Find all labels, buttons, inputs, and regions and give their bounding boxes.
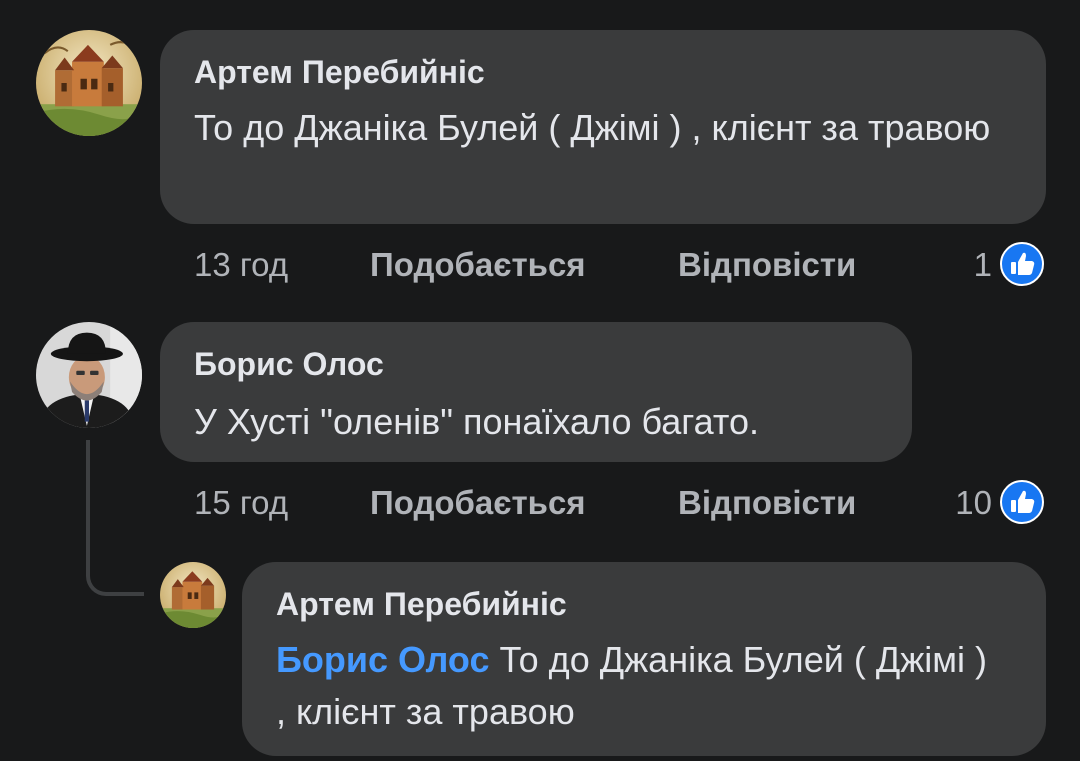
man-with-hat-avatar-image: [36, 322, 142, 428]
reply-text: Борис Олос То до Джаніка Булей ( Джімі )…: [276, 634, 996, 738]
reaction-count[interactable]: 10: [920, 484, 992, 522]
thumbs-up-icon[interactable]: [1000, 480, 1044, 524]
comment-time[interactable]: 13 год: [194, 246, 288, 284]
castle-painting-avatar-image: [160, 562, 226, 628]
avatar[interactable]: [36, 322, 142, 428]
castle-painting-avatar-image: [36, 30, 142, 136]
reply-button[interactable]: Відповісти: [678, 246, 856, 284]
comment-author[interactable]: Борис Олос: [194, 346, 384, 383]
reply-author[interactable]: Артем Перебийніс: [276, 586, 567, 623]
comment-text: То до Джаніка Булей ( Джімі ) , клієнт з…: [194, 107, 991, 148]
mention-link[interactable]: Борис Олос: [276, 639, 489, 680]
thumbs-up-icon[interactable]: [1000, 242, 1044, 286]
reply-button[interactable]: Відповісти: [678, 484, 856, 522]
like-button[interactable]: Подобається: [370, 484, 586, 522]
comment-author[interactable]: Артем Перебийніс: [194, 54, 485, 91]
reaction-count[interactable]: 1: [930, 246, 992, 284]
comment-text: У Хусті "оленів" понаїхало багато.: [194, 401, 759, 442]
avatar[interactable]: [36, 30, 142, 136]
comment-time[interactable]: 15 год: [194, 484, 288, 522]
like-button[interactable]: Подобається: [370, 246, 586, 284]
avatar[interactable]: [160, 562, 226, 628]
reply-thread-connector: [86, 440, 144, 596]
